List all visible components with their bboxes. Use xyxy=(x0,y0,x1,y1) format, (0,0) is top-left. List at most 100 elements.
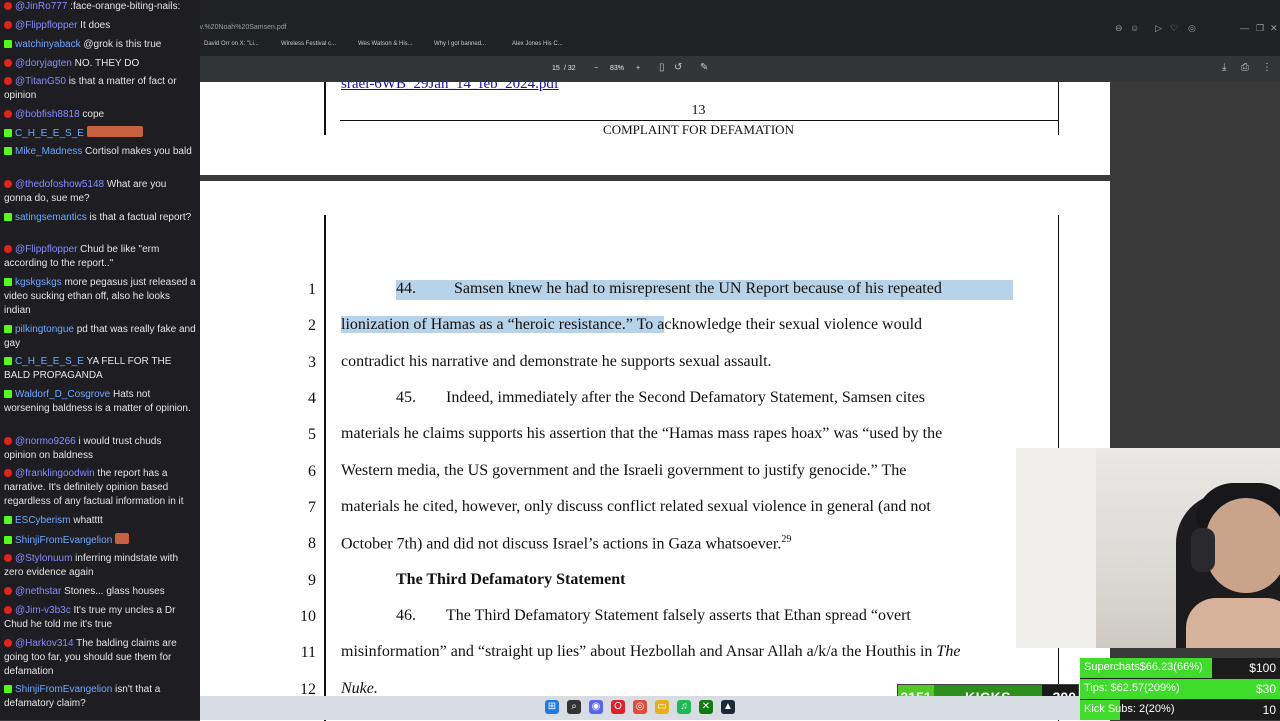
chat-message: watchinyaback @grok is this true xyxy=(4,38,196,52)
chat-username[interactable]: C_H_E_E_S_E xyxy=(15,356,84,367)
chat-username[interactable]: kgskgskgs xyxy=(15,277,62,288)
goal-value: $66.23(66%) xyxy=(1139,661,1203,673)
windows-icon[interactable]: ⊞ xyxy=(545,700,559,714)
line-number: 7 xyxy=(308,499,316,516)
document-line-3: contradict his narrative and demonstrate… xyxy=(341,353,772,370)
page-footer: COMPLAINT FOR DEFAMATION xyxy=(603,122,794,137)
bookmark-2[interactable]: Wireless Festival c... xyxy=(281,41,336,47)
chat-message: C_H_E_E_S_E YA FELL FOR THE BALD PROPAGA… xyxy=(4,355,196,383)
read-aloud-icon[interactable]: ◎ xyxy=(1188,23,1196,34)
page-current[interactable]: 15 xyxy=(552,65,560,72)
window-minimize-icon[interactable]: — xyxy=(1240,23,1249,33)
steam-icon[interactable]: ▲ xyxy=(721,700,735,714)
chat-username[interactable]: @thedofoshow5148 xyxy=(15,179,104,190)
draw-icon[interactable]: ✎ xyxy=(700,62,708,73)
favorite-icon[interactable]: ♡ xyxy=(1170,23,1178,34)
line-number: 8 xyxy=(308,535,316,552)
youtube-icon xyxy=(4,554,12,562)
more-options-icon[interactable]: ⋮ xyxy=(1262,62,1272,73)
chat-username[interactable]: @Flippflopper xyxy=(15,244,77,255)
emote-icon xyxy=(86,126,143,137)
document-text: October 7th) and did not discuss Israel’… xyxy=(341,535,782,553)
zoom-out-button[interactable]: − xyxy=(594,65,598,72)
fit-page-icon[interactable]: ▯ xyxy=(659,62,665,73)
chat-text: NO. THEY DO xyxy=(71,58,140,69)
discord-icon[interactable]: ◉ xyxy=(589,700,603,714)
chat-text: is that a factual report? xyxy=(86,212,192,223)
chat-username[interactable]: Waldorf_D_Cosgrove xyxy=(15,389,110,400)
chat-message: satingsemantics is that a factual report… xyxy=(4,211,196,225)
kick-icon xyxy=(4,516,12,524)
chat-message: pilkingtongue pd that was really fake an… xyxy=(4,323,196,351)
line-number: 6 xyxy=(308,463,316,480)
chat-username[interactable]: satingsemantics xyxy=(15,212,87,223)
headset xyxy=(1191,528,1215,572)
chat-username[interactable]: @Stylonuum xyxy=(15,553,72,564)
chat-username[interactable]: watchinyaback xyxy=(15,39,81,50)
zoom-out-icon[interactable]: ⊖ xyxy=(1115,23,1123,34)
goal-value: $62.57(209%) xyxy=(1110,682,1180,694)
rotate-icon[interactable]: ↺ xyxy=(674,62,682,73)
chat-username[interactable]: @JinRo777 xyxy=(15,1,67,12)
chat-username[interactable]: C_H_E_E_S_E xyxy=(15,128,84,139)
highlighted-text[interactable]: lionization of Hamas as a “heroic resist… xyxy=(341,316,665,333)
page-number: 13 xyxy=(691,103,706,118)
chat-username[interactable]: @Flippflopper xyxy=(15,20,77,31)
footnote-ref[interactable]: 29 xyxy=(781,534,791,545)
chat-username[interactable]: @doryjagten xyxy=(15,58,72,69)
goal-value: 2(20%) xyxy=(1139,703,1175,715)
chat-username[interactable]: pilkingtongue xyxy=(15,324,74,335)
chat-username[interactable]: Mike_Madness xyxy=(15,146,82,157)
chat-username[interactable]: ESCyberism xyxy=(15,515,71,526)
wall xyxy=(1016,448,1096,648)
chat-username[interactable]: @nethstar xyxy=(15,586,61,597)
chat-message: @TitanG50 is that a matter of fact or op… xyxy=(4,75,196,103)
bookmark-4[interactable]: Why I got banned... xyxy=(434,41,486,47)
xbox-icon[interactable]: ✕ xyxy=(699,700,713,714)
chat-username[interactable]: @bobfish8818 xyxy=(15,109,80,120)
chat-username[interactable]: @normo9266 xyxy=(15,436,76,447)
pdf-page-14: 1 2 3 4 5 6 7 8 9 10 11 12 44. Samsen kn… xyxy=(200,181,1110,721)
document-italic-text: The xyxy=(936,643,961,660)
chat-message: Waldorf_D_Cosgrove Hats not worsening ba… xyxy=(4,388,196,416)
window-restore-icon[interactable]: ❐ xyxy=(1256,23,1264,34)
chat-message: @nethstar Stones... glass houses xyxy=(4,585,196,599)
donation-goals: Superchats$66.23(66%) $100 Tips: $62.57(… xyxy=(1080,658,1280,720)
kick-icon xyxy=(4,536,12,544)
chrome-icon[interactable]: ◎ xyxy=(633,700,647,714)
chat-username[interactable]: @TitanG50 xyxy=(15,76,66,87)
opera-icon[interactable]: O xyxy=(611,700,625,714)
line-number: 1 xyxy=(308,281,316,298)
zoom-level[interactable]: 83% xyxy=(610,65,624,72)
youtube-icon xyxy=(4,180,12,188)
download-icon[interactable]: ⤓ xyxy=(1222,62,1226,73)
emoji-icon[interactable]: ☺ xyxy=(1130,23,1139,33)
chat-username[interactable]: ShinjiFromEvangelion xyxy=(15,684,112,695)
goal-target: 10 xyxy=(1262,703,1276,717)
bookmark-5[interactable]: Alex Jones His C... xyxy=(512,41,563,47)
file-explorer-icon[interactable]: ▭ xyxy=(655,700,669,714)
youtube-icon xyxy=(4,587,12,595)
chat-username[interactable]: @Harkov314 xyxy=(15,638,74,649)
chat-message: ESCyberism whatttt xyxy=(4,514,196,528)
chat-message: @bobfish8818 cope xyxy=(4,108,196,122)
play-icon[interactable]: ▷ xyxy=(1155,23,1162,34)
goal-label: Superchats xyxy=(1084,661,1140,673)
window-close-icon[interactable]: ✕ xyxy=(1270,23,1278,34)
zoom-in-button[interactable]: + xyxy=(636,65,640,72)
print-icon[interactable]: ⎙ xyxy=(1241,62,1249,73)
bookmark-3[interactable]: Wes Watson & His... xyxy=(358,41,413,47)
chat-username[interactable]: @Jim-v3b3c xyxy=(15,605,71,616)
chat-username[interactable]: @franklingoodwin xyxy=(15,468,95,479)
document-line-4: 45. Indeed, immediately after the Second … xyxy=(396,389,925,407)
highlight-line-1[interactable]: 44. Samsen knew he had to misrepresent t… xyxy=(396,280,1013,300)
footnote-link[interactable]: srael-6WB_29Jan_14_feb_2024.pdf xyxy=(341,82,559,93)
chat-text: It does xyxy=(77,20,111,31)
goal-text: Tips: $62.57(209%) xyxy=(1084,682,1180,694)
chat-message: kgskgskgs more pegasus just released a v… xyxy=(4,276,196,318)
chat-username[interactable]: ShinjiFromEvangelion xyxy=(15,535,112,546)
search-icon[interactable]: ⌕ xyxy=(567,700,581,714)
spotify-icon[interactable]: ♫ xyxy=(677,700,691,714)
bookmark-1[interactable]: David Orr on X: "Li... xyxy=(204,41,259,47)
line-number: 4 xyxy=(308,390,316,407)
